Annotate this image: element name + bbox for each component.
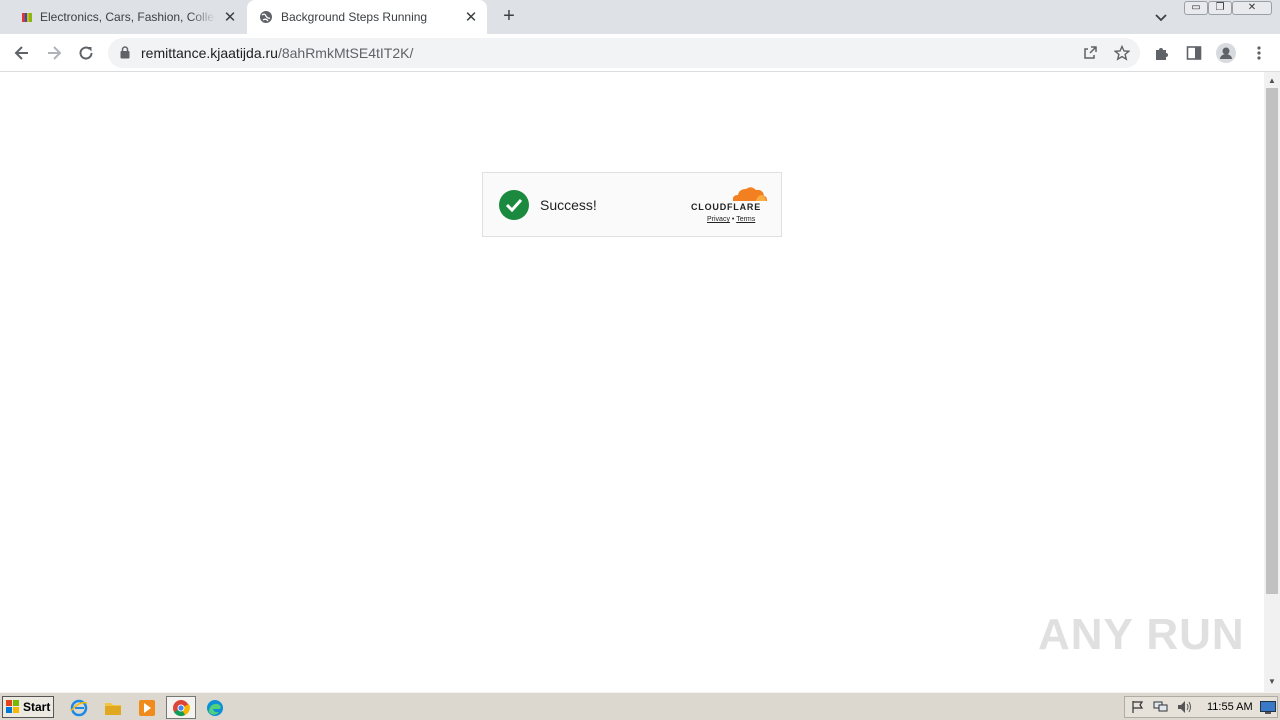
scroll-thumb[interactable] [1266, 88, 1278, 594]
cloudflare-wordmark: CLOUDFLARE [691, 202, 761, 212]
clock[interactable]: 11:55 AM [1207, 701, 1253, 713]
page-content: Success! CLOUDFLARE Privacy • Terms ANY … [0, 72, 1264, 692]
avatar-icon [1216, 43, 1236, 63]
share-icon [1084, 46, 1097, 59]
reload-button[interactable] [73, 40, 99, 66]
scroll-down-arrow-icon[interactable]: ▼ [1268, 677, 1276, 686]
bookmark-button[interactable] [1109, 40, 1135, 66]
cloudflare-logo: CLOUDFLARE Privacy • Terms [691, 185, 769, 225]
cloudflare-turnstile-widget: Success! CLOUDFLARE Privacy • Terms [482, 172, 782, 237]
lock-icon[interactable] [120, 46, 130, 59]
windows-logo-icon [6, 700, 19, 713]
star-icon [1114, 45, 1130, 61]
taskbar: Start 11:55 AM [0, 692, 1280, 720]
tab-close-icon[interactable]: ✕ [463, 9, 479, 26]
reload-icon [79, 46, 93, 60]
media-player-taskbar-icon[interactable] [136, 697, 158, 719]
success-text: Success! [540, 197, 597, 213]
start-button[interactable]: Start [2, 696, 54, 718]
internet-explorer-taskbar-icon[interactable] [68, 697, 90, 719]
tab-close-icon[interactable]: ✕ [222, 9, 238, 26]
system-tray: 11:55 AM [1124, 696, 1278, 718]
browser-toolbar: remittance.kjaatijda.ru/8ahRmkMtSE4tIT2K… [0, 34, 1280, 72]
arrow-left-icon [14, 46, 28, 60]
network-icon[interactable] [1153, 700, 1169, 714]
url-text[interactable]: remittance.kjaatijda.ru/8ahRmkMtSE4tIT2K… [141, 45, 413, 61]
file-explorer-taskbar-icon[interactable] [102, 697, 124, 719]
tab-electronics[interactable]: Electronics, Cars, Fashion, Collectibles… [8, 0, 246, 34]
chrome-taskbar-icon[interactable] [166, 696, 196, 719]
profile-button[interactable] [1213, 40, 1239, 66]
puzzle-icon [1156, 48, 1168, 60]
side-panel-icon [1186, 46, 1202, 60]
tab-title: Electronics, Cars, Fashion, Collectibles [40, 10, 216, 24]
tab-title: Background Steps Running [281, 10, 428, 24]
extensions-button[interactable] [1149, 40, 1175, 66]
arrow-right-icon [48, 46, 62, 60]
new-tab-button[interactable]: + [499, 6, 519, 27]
show-desktop-icon[interactable] [1260, 701, 1276, 714]
url-host: remittance.kjaatijda.ru [141, 45, 278, 61]
scroll-up-arrow-icon[interactable]: ▲ [1268, 76, 1276, 85]
url-path: /8ahRmkMtSE4tIT2K/ [277, 45, 414, 61]
start-label: Start [23, 700, 51, 714]
globe-icon [260, 11, 272, 23]
cloudflare-cloud-icon [732, 187, 767, 201]
menu-button[interactable] [1246, 40, 1272, 66]
action-center-flag-icon[interactable] [1131, 700, 1145, 714]
edge-taskbar-icon[interactable] [204, 697, 226, 719]
minimize-button[interactable]: ▭ [1184, 1, 1208, 15]
kebab-menu-icon [1257, 46, 1261, 60]
tab-search-chevron-icon[interactable] [1152, 8, 1170, 26]
side-panel-button[interactable] [1181, 40, 1207, 66]
terms-link[interactable]: Terms [736, 216, 755, 223]
vertical-scrollbar[interactable]: ▲ ▼ [1264, 72, 1280, 692]
address-bar[interactable]: remittance.kjaatijda.ru/8ahRmkMtSE4tIT2K… [108, 38, 1140, 68]
volume-icon[interactable] [1177, 700, 1193, 714]
forward-button[interactable] [41, 40, 67, 66]
ebay-favicon-icon [22, 13, 32, 22]
privacy-link[interactable]: Privacy [707, 216, 730, 223]
anyrun-watermark: ANY RUN [1038, 610, 1245, 659]
close-window-button[interactable]: ✕ [1232, 1, 1272, 15]
cloudflare-links: Privacy • Terms [707, 216, 755, 223]
tab-strip: Electronics, Cars, Fashion, Collectibles… [0, 0, 1280, 34]
tab-background-steps[interactable]: Background Steps Running ✕ [247, 0, 487, 34]
back-button[interactable] [9, 40, 35, 66]
link-separator: • [731, 216, 735, 223]
share-button[interactable] [1077, 40, 1103, 66]
restore-button[interactable]: ❐ [1208, 1, 1232, 15]
success-check-icon [499, 190, 529, 220]
